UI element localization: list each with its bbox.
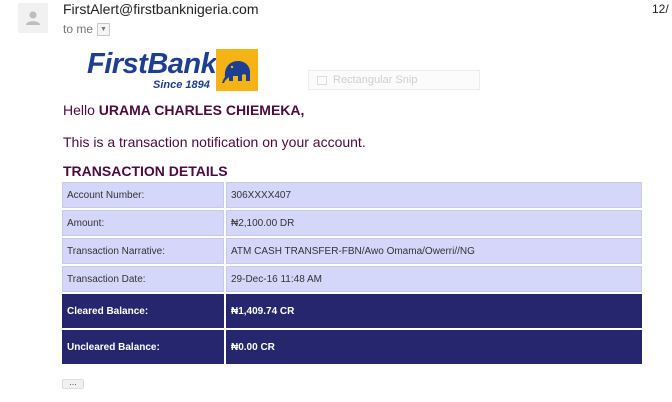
amount-label: Amount: [62,210,224,236]
uncleared-balance-label: Uncleared Balance: [62,330,224,364]
narrative-label: Transaction Narrative: [62,238,224,264]
notification-text: This is a transaction notification on yo… [63,134,366,150]
uncleared-balance-value: ₦0.00 CR [226,330,642,364]
customer-name: URAMA CHARLES CHIEMEKA, [98,102,305,118]
snip-label: Rectangular Snip [333,74,418,86]
person-icon [18,3,48,33]
show-trimmed-content-button[interactable]: ... [62,378,84,389]
cleared-balance-label: Cleared Balance: [62,294,224,328]
account-number-value: 306XXXX407 [226,182,642,208]
table-row: Transaction Date: 29-Dec-16 11:48 AM [62,266,642,292]
narrative-value: ATM CASH TRANSFER-FBN/Awo Omama/Owerri//… [226,238,642,264]
table-row: Uncleared Balance: ₦0.00 CR [62,330,642,364]
table-row: Account Number: 306XXXX407 [62,182,642,208]
brand-since: Since 1894 [153,79,210,91]
transaction-date-value: 29-Dec-16 11:48 AM [226,266,642,292]
brand-name: FirstBank [87,48,217,80]
sender-address[interactable]: FirstAlert@firstbanknigeria.com [63,1,259,17]
email-date: 12/ [652,2,669,16]
transaction-date-label: Transaction Date: [62,266,224,292]
elephant-icon [216,49,258,91]
snip-icon [317,75,327,85]
chevron-down-icon[interactable]: ▼ [97,22,111,36]
table-row: Cleared Balance: ₦1,409.74 CR [62,294,642,328]
firstbank-logo: FirstBank Since 1894 [87,49,262,94]
recipient-label: to me [63,22,94,36]
account-number-label: Account Number: [62,182,224,208]
sender-avatar[interactable] [18,3,48,33]
greeting: Hello URAMA CHARLES CHIEMEKA, [63,102,304,118]
cleared-balance-value: ₦1,409.74 CR [226,294,642,328]
transaction-details-title: TRANSACTION DETAILS [63,163,228,179]
recipient-line: to me ▼ [63,22,111,36]
amount-value: ₦2,100.00 DR [226,210,642,236]
table-row: Transaction Narrative: ATM CASH TRANSFER… [62,238,642,264]
transaction-table: Account Number: 306XXXX407 Amount: ₦2,10… [60,180,644,366]
rectangular-snip-overlay: Rectangular Snip [308,70,480,90]
greeting-prefix: Hello [63,102,95,118]
table-row: Amount: ₦2,100.00 DR [62,210,642,236]
